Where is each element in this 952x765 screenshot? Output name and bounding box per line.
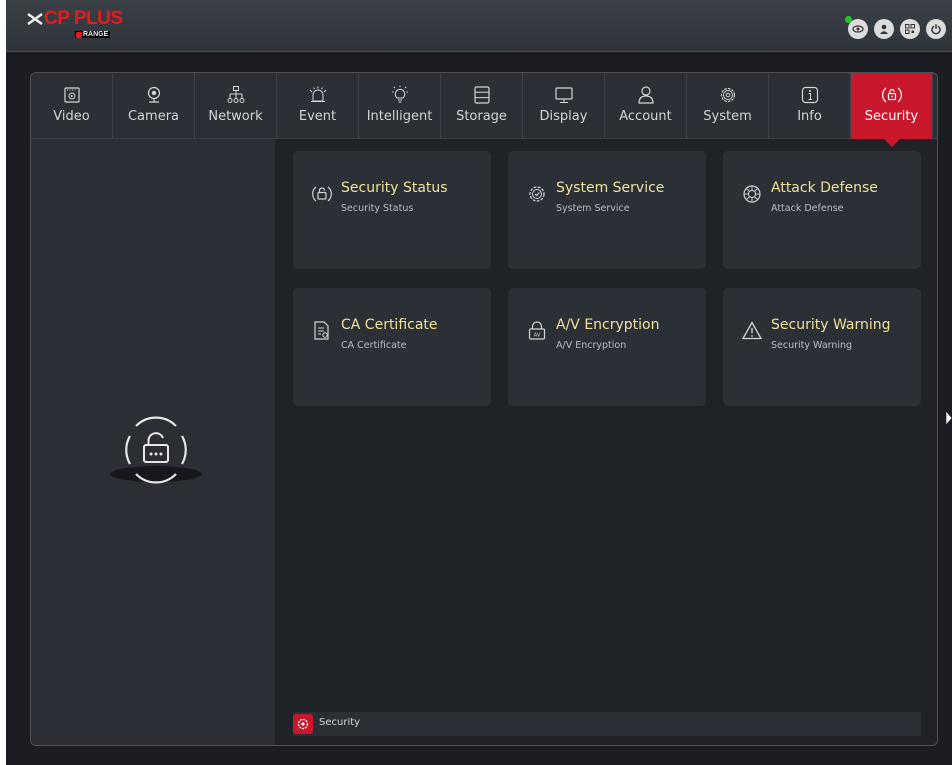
tab-label: Event bbox=[298, 109, 337, 124]
active-tab-caret bbox=[884, 139, 900, 147]
unlock-security-icon bbox=[110, 416, 202, 484]
brand-name: CP PLUS bbox=[44, 8, 123, 29]
tab-info[interactable]: Info bbox=[769, 73, 851, 139]
certificate-icon bbox=[314, 321, 329, 340]
av-encryption-icon: AV bbox=[528, 321, 546, 340]
bulb-icon bbox=[391, 85, 408, 103]
card-subtitle: Security Status bbox=[341, 203, 414, 214]
settings-window: Video Camera Network Event Intelligent S… bbox=[30, 72, 938, 746]
app-screen: CP PLUS RANGE Video Camera Network Event… bbox=[6, 0, 952, 765]
tab-label: Info bbox=[797, 109, 822, 124]
card-title: System Service bbox=[556, 180, 665, 196]
card-system-service[interactable]: System Service System Service bbox=[508, 151, 706, 269]
account-icon bbox=[637, 86, 654, 104]
card-title: Security Status bbox=[341, 180, 448, 196]
tab-label: Security bbox=[864, 109, 919, 124]
card-title: Attack Defense bbox=[771, 180, 878, 196]
card-title: A/V Encryption bbox=[556, 317, 660, 333]
tab-label: Display bbox=[539, 109, 588, 124]
camera-icon bbox=[147, 86, 160, 103]
tab-camera[interactable]: Camera bbox=[113, 73, 195, 139]
power-icon[interactable] bbox=[926, 19, 946, 39]
top-bar: CP PLUS RANGE bbox=[6, 0, 952, 52]
main-tabs: Video Camera Network Event Intelligent S… bbox=[31, 73, 937, 147]
card-title: Security Warning bbox=[771, 317, 891, 333]
brand-sub: RANGE bbox=[75, 31, 111, 38]
online-indicator bbox=[845, 16, 852, 23]
top-icon-group bbox=[845, 16, 946, 39]
card-security-status[interactable]: Security Status Security Status bbox=[293, 151, 491, 269]
tab-storage[interactable]: Storage bbox=[441, 73, 523, 139]
card-title: CA Certificate bbox=[341, 317, 438, 333]
tab-label: System bbox=[703, 109, 752, 124]
qr-code-icon[interactable] bbox=[900, 19, 920, 39]
monitor-icon bbox=[554, 87, 573, 103]
gear-icon bbox=[720, 87, 735, 103]
warning-icon bbox=[741, 321, 763, 340]
tab-system[interactable]: System bbox=[687, 73, 769, 139]
storage-icon bbox=[473, 86, 490, 104]
status-bar-label: Security bbox=[319, 717, 361, 728]
tab-account[interactable]: Account bbox=[605, 73, 687, 139]
card-subtitle: A/V Encryption bbox=[556, 340, 627, 351]
tab-network[interactable]: Network bbox=[195, 73, 277, 139]
tab-label: Network bbox=[208, 109, 263, 124]
tab-event[interactable]: Event bbox=[277, 73, 359, 139]
card-security-warning[interactable]: Security Warning Security Warning bbox=[723, 288, 921, 406]
security-status-bar-icon bbox=[293, 714, 313, 734]
tab-intelligent[interactable]: Intelligent bbox=[359, 73, 441, 139]
network-icon bbox=[227, 86, 244, 103]
card-subtitle: System Service bbox=[556, 203, 630, 214]
card-subtitle: CA Certificate bbox=[341, 340, 407, 351]
left-panel bbox=[31, 139, 275, 745]
info-icon bbox=[801, 86, 818, 104]
card-subtitle: Security Warning bbox=[771, 340, 853, 351]
card-av-encryption[interactable]: AV A/V Encryption A/V Encryption bbox=[508, 288, 706, 406]
svg-text:AV: AV bbox=[534, 333, 541, 339]
tab-label: Account bbox=[619, 109, 672, 124]
card-attack-defense[interactable]: Attack Defense Attack Defense bbox=[723, 151, 921, 269]
tab-label: Camera bbox=[127, 109, 180, 124]
alarm-icon bbox=[309, 86, 326, 102]
card-ca-certificate[interactable]: CA Certificate CA Certificate bbox=[293, 288, 491, 406]
attack-defense-icon bbox=[743, 185, 761, 203]
card-subtitle: Attack Defense bbox=[771, 203, 844, 214]
video-icon bbox=[63, 87, 80, 103]
tab-label: Video bbox=[53, 109, 90, 124]
tab-security[interactable]: Security bbox=[851, 73, 933, 147]
system-service-icon bbox=[529, 186, 545, 202]
eye-icon[interactable] bbox=[845, 16, 868, 39]
tab-label: Intelligent bbox=[366, 109, 433, 124]
status-bar: Security bbox=[293, 712, 921, 736]
mouse-cursor-icon bbox=[946, 411, 952, 425]
security-status-icon bbox=[312, 186, 332, 202]
logo-mark-icon bbox=[27, 13, 43, 25]
security-content: Security Status Security Status System S… bbox=[276, 139, 937, 745]
tab-label: Storage bbox=[456, 109, 507, 124]
shield-lock-icon bbox=[881, 87, 902, 103]
tab-display[interactable]: Display bbox=[523, 73, 605, 139]
brand-logo: CP PLUS RANGE bbox=[26, 8, 126, 42]
user-icon[interactable] bbox=[874, 19, 894, 39]
tab-video[interactable]: Video bbox=[31, 73, 113, 139]
